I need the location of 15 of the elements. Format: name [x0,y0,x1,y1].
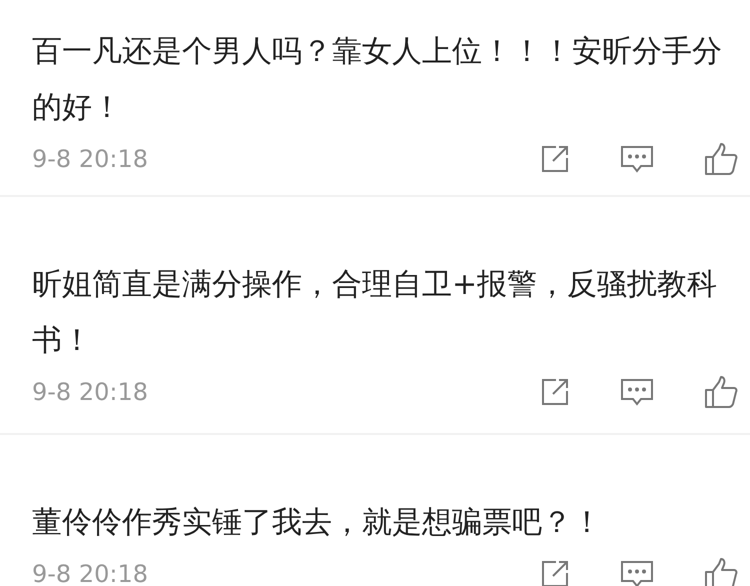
comment-icon[interactable] [620,144,654,174]
thumbs-up-icon[interactable] [704,142,738,176]
comment-icon[interactable] [620,377,654,407]
comment-text: 百一凡还是个男人吗？靠女人上位！！！安昕分手分的好！ [32,33,723,127]
thumbs-up-icon[interactable] [704,375,738,409]
comment-time: 9-8 20:18 [32,378,148,406]
edit-icon[interactable] [540,559,570,586]
edit-icon[interactable] [540,377,570,407]
comment-text: 董伶伶作秀实锤了我去，就是想骗票吧？！ [32,504,603,542]
comment-time: 9-8 20:18 [32,560,148,586]
edit-icon[interactable] [540,144,570,174]
comment-text: 昕姐简直是满分操作，合理自卫+报警，反骚扰教科书！ [32,266,718,360]
comment-icon[interactable] [620,559,654,586]
thumbs-up-icon[interactable] [704,557,738,586]
comment-time: 9-8 20:18 [32,145,148,173]
